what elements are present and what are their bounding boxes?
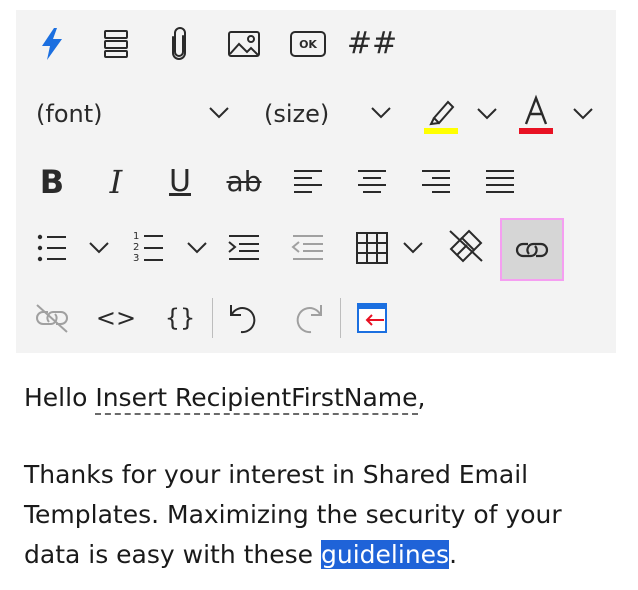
font-color-button[interactable] <box>514 90 558 138</box>
increase-indent-button[interactable] <box>224 228 264 268</box>
align-left-icon <box>294 170 322 193</box>
insert-template-button[interactable] <box>352 298 392 338</box>
lightning-icon <box>42 28 62 60</box>
highlight-color-dropdown[interactable] <box>474 102 500 126</box>
insert-image-button[interactable] <box>224 24 264 64</box>
insert-link-button[interactable] <box>500 218 564 281</box>
quick-insert-button[interactable] <box>34 24 70 64</box>
increase-indent-icon <box>228 235 259 260</box>
align-center-button[interactable] <box>352 162 392 202</box>
ok-label: OK <box>299 37 317 51</box>
email-body-editor[interactable]: Hello Insert RecipientFirstName, Thanks … <box>24 378 624 575</box>
code-view-icon: <> <box>95 304 137 332</box>
italic-button[interactable]: I <box>96 160 136 204</box>
paperclip-icon <box>172 27 186 60</box>
chevron-down-icon <box>209 107 229 119</box>
justify-icon <box>486 170 514 193</box>
insert-button-button[interactable]: OK <box>288 24 328 64</box>
selected-link-text[interactable]: guidelines <box>321 540 450 569</box>
greeting-line: Hello Insert RecipientFirstName, <box>24 378 624 418</box>
font-dropdown-label: (font) <box>36 100 103 128</box>
toolbar-separator <box>212 298 213 338</box>
insert-table-button[interactable] <box>352 228 392 268</box>
attach-file-button[interactable] <box>161 24 197 64</box>
formatting-toolbar: OK ## (font) (size) B I U ab 123 <> {} <box>16 10 616 353</box>
align-right-icon <box>422 170 450 193</box>
numbered-list-dropdown[interactable] <box>184 236 210 260</box>
redo-button[interactable] <box>288 298 328 338</box>
unlink-icon <box>36 304 68 333</box>
toolbar-separator <box>340 298 341 338</box>
italic-icon: I <box>109 163 123 201</box>
numbered-list-icon: 123 <box>131 231 165 265</box>
chevron-down-icon <box>187 242 207 254</box>
recipient-first-name-macro[interactable]: Insert RecipientFirstName <box>95 383 418 415</box>
code-view-button[interactable]: <> <box>96 298 136 338</box>
size-dropdown[interactable]: (size) <box>260 92 400 136</box>
chevron-down-icon <box>403 242 423 254</box>
ok-button-icon: OK <box>290 31 326 57</box>
bulleted-list-dropdown[interactable] <box>86 236 112 260</box>
body-text: Thanks for your interest in Shared Email… <box>24 460 562 569</box>
underline-button[interactable]: U <box>160 160 200 204</box>
insert-template-icon <box>357 303 387 333</box>
numbered-list-button[interactable]: 123 <box>128 226 168 270</box>
remove-link-button[interactable] <box>32 298 72 338</box>
bold-icon: B <box>39 163 65 201</box>
font-dropdown[interactable]: (font) <box>30 92 244 136</box>
list-layers-icon <box>104 30 128 58</box>
greeting-comma: , <box>417 383 426 412</box>
chevron-down-icon <box>371 107 391 119</box>
align-left-button[interactable] <box>288 162 328 202</box>
body-paragraph: Thanks for your interest in Shared Email… <box>24 455 624 575</box>
strikethrough-icon: ab <box>226 165 262 198</box>
highlight-color-button[interactable] <box>418 90 462 138</box>
bold-button[interactable]: B <box>32 160 72 204</box>
insert-section-button[interactable] <box>98 24 134 64</box>
body-period: . <box>449 540 458 569</box>
strikethrough-button[interactable]: ab <box>222 160 266 204</box>
size-dropdown-label: (size) <box>264 100 330 128</box>
highlighter-icon <box>424 100 458 134</box>
insert-macro-button[interactable]: {} <box>160 298 200 338</box>
image-icon <box>228 31 260 57</box>
undo-button[interactable] <box>224 298 264 338</box>
clear-format-icon <box>449 229 483 263</box>
justify-button[interactable] <box>480 162 520 202</box>
greeting-text: Hello <box>24 383 96 412</box>
decrease-indent-icon <box>291 235 323 260</box>
chevron-down-icon <box>89 242 109 254</box>
bulleted-list-button[interactable] <box>34 226 70 270</box>
chevron-down-icon <box>573 108 593 120</box>
bulleted-list-icon <box>37 234 66 262</box>
font-color-icon <box>519 94 553 134</box>
align-right-button[interactable] <box>416 162 456 202</box>
redo-icon <box>296 305 322 334</box>
insert-table-dropdown[interactable] <box>400 236 426 260</box>
link-icon <box>515 242 549 257</box>
insert-hashtag-button[interactable]: ## <box>346 24 398 64</box>
undo-icon <box>230 305 256 334</box>
braces-icon: {} <box>164 304 196 332</box>
table-icon <box>356 232 388 264</box>
align-center-icon <box>358 170 386 193</box>
chevron-down-icon <box>477 108 497 120</box>
clear-formatting-button[interactable] <box>444 224 488 268</box>
decrease-indent-button[interactable] <box>288 228 328 268</box>
hashtag-icon: ## <box>346 26 398 61</box>
underline-icon: U <box>169 164 191 199</box>
font-color-dropdown[interactable] <box>570 102 596 126</box>
